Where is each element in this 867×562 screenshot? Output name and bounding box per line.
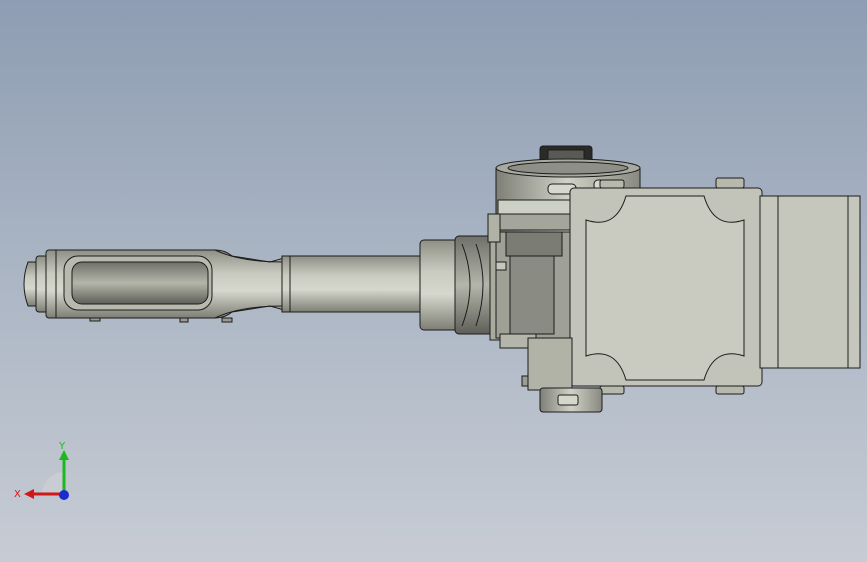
arm-tube <box>281 255 423 313</box>
graphics-viewport[interactable]: Y X <box>0 0 867 562</box>
orientation-triad: Y X <box>14 441 69 500</box>
z-axis-dot <box>59 490 69 500</box>
x-axis-arrow <box>24 489 34 499</box>
x-axis-label: X <box>14 489 21 500</box>
joint-motor-housing <box>495 229 571 349</box>
base-housing <box>555 177 763 395</box>
rear-cable-box <box>759 195 861 369</box>
triad-plane-quadrant <box>42 472 64 494</box>
wrist-flange <box>23 249 61 319</box>
y-axis-label: Y <box>58 441 66 452</box>
elbow-collar <box>419 231 501 341</box>
forearm-body <box>55 249 285 323</box>
robot-arm-model[interactable] <box>0 0 867 562</box>
